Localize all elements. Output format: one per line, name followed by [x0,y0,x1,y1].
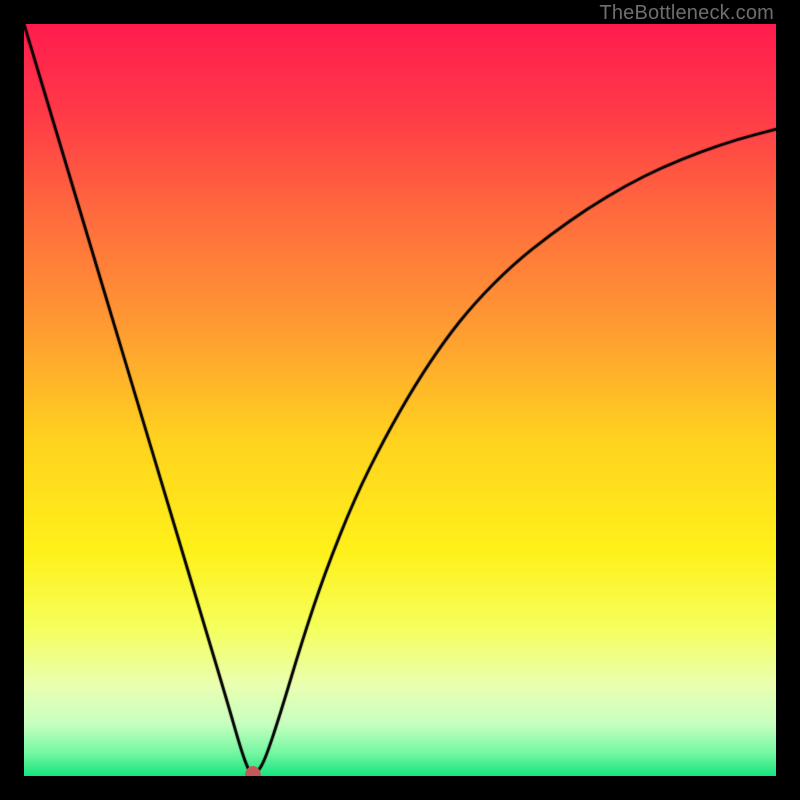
chart-container: TheBottleneck.com [0,0,800,800]
watermark-text: TheBottleneck.com [599,2,774,25]
bottleneck-curve [24,24,776,776]
plot-area [24,24,776,776]
